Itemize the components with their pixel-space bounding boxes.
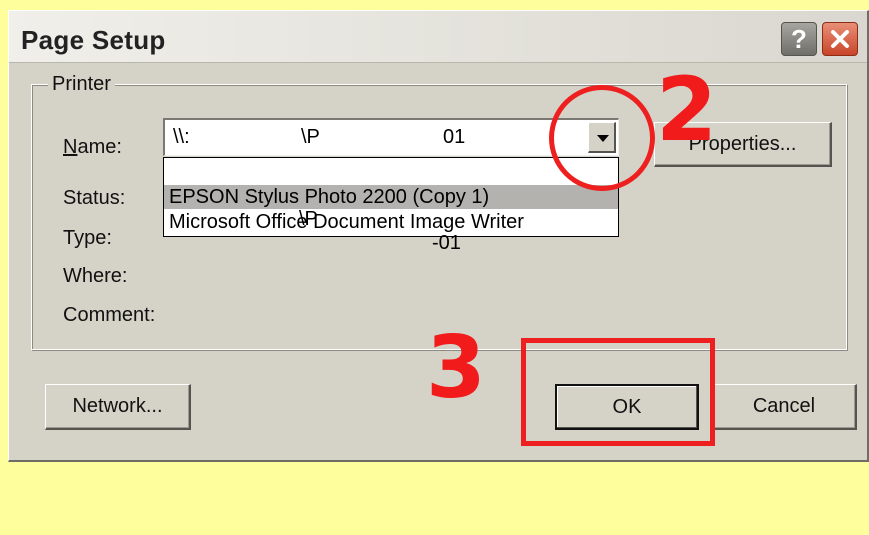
name-label-rest: ame:: [77, 136, 122, 158]
combo-selected-mid: \P: [301, 126, 320, 148]
status-label: Status:: [63, 187, 126, 209]
combo-selected-suffix: 01: [443, 126, 466, 148]
annotation-step-3: 3: [426, 318, 486, 418]
dropdown-item-epson[interactable]: EPSON Stylus Photo 2200 (Copy 1): [164, 185, 618, 209]
network-button[interactable]: Network...: [45, 384, 191, 430]
combo-selected-prefix: \\:: [173, 126, 190, 148]
cancel-label: Cancel: [752, 395, 816, 417]
close-button[interactable]: [822, 22, 858, 56]
help-button[interactable]: ?: [781, 22, 817, 56]
close-icon: [831, 30, 849, 48]
where-label: Where:: [63, 265, 128, 287]
dialog-title: Page Setup: [21, 25, 166, 55]
dropdown-item-network-printer[interactable]: \\ \P -01: [164, 159, 618, 254]
type-label: Type:: [63, 227, 112, 249]
annotation-circle: [549, 85, 655, 191]
annotation-step-2: 2: [656, 58, 718, 161]
printer-group-label: Printer: [48, 73, 115, 96]
dropdown-item-ms-office-writer[interactable]: Microsoft Office Document Image Writer: [164, 210, 618, 234]
cancel-button[interactable]: Cancel: [712, 384, 857, 430]
dd-item-suffix: -01: [432, 232, 461, 254]
comment-label: Comment:: [63, 304, 156, 326]
annotation-highlight-box: [521, 338, 715, 446]
title-bar[interactable]: Page Setup ?: [9, 11, 867, 63]
name-label: Name:: [63, 136, 122, 158]
help-icon: ?: [791, 23, 807, 54]
network-label: Network...: [72, 395, 163, 417]
printer-dropdown-list: \\ \P -01 EPSON Stylus Photo 2200 (Copy …: [163, 157, 619, 254]
